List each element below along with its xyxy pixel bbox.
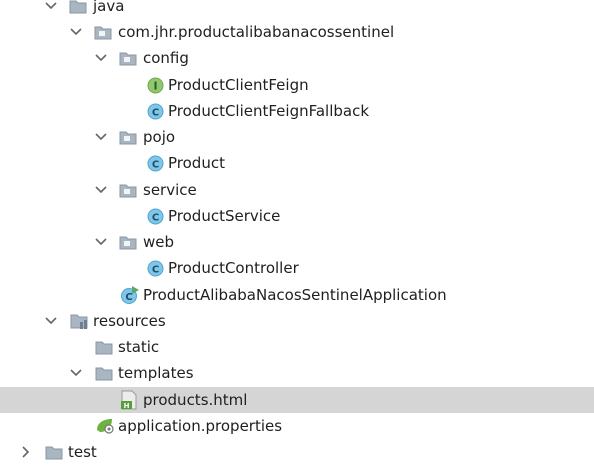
tree-item-config[interactable]: config bbox=[0, 45, 594, 71]
tree-item-application-properties[interactable]: application.properties bbox=[0, 413, 594, 439]
tree-item-label: config bbox=[143, 49, 189, 67]
class-icon: C bbox=[145, 153, 165, 173]
tree-item-static[interactable]: static bbox=[0, 334, 594, 360]
svg-text:C: C bbox=[125, 292, 132, 303]
tree-item-label: Product bbox=[168, 154, 225, 172]
tree-item-products-html[interactable]: H products.html bbox=[0, 387, 594, 413]
tree-item-pojo[interactable]: pojo bbox=[0, 124, 594, 150]
tree-item-templates[interactable]: templates bbox=[0, 360, 594, 386]
svg-text:C: C bbox=[151, 264, 158, 275]
svg-text:I: I bbox=[153, 79, 157, 92]
tree-item-label: application.properties bbox=[118, 417, 283, 435]
tree-item-test[interactable]: test bbox=[0, 439, 594, 465]
tree-item-product[interactable]: C Product bbox=[0, 150, 594, 176]
svg-text:H: H bbox=[124, 402, 130, 410]
class-icon: C bbox=[145, 101, 165, 121]
chevron-down-icon[interactable] bbox=[94, 51, 108, 65]
tree-item-label: ProductAlibabaNacosSentinelApplication bbox=[143, 286, 447, 304]
package-icon bbox=[118, 232, 138, 252]
interface-icon: I bbox=[145, 75, 165, 95]
package-icon bbox=[118, 48, 138, 68]
spring-boot-app-icon: C bbox=[120, 285, 140, 305]
tree-item-label: pojo bbox=[143, 128, 176, 146]
svg-text:C: C bbox=[151, 212, 158, 223]
chevron-right-icon[interactable] bbox=[19, 445, 33, 459]
html-file-icon: H bbox=[119, 390, 139, 410]
tree-item-application[interactable]: C ProductAlibabaNacosSentinelApplication bbox=[0, 282, 594, 308]
tree-item-label: ProductService bbox=[168, 207, 281, 225]
tree-item-label: resources bbox=[93, 312, 166, 330]
chevron-down-icon[interactable] bbox=[44, 0, 58, 13]
tree-item-web[interactable]: web bbox=[0, 229, 594, 255]
tree-item-label: products.html bbox=[143, 391, 248, 409]
folder-icon bbox=[94, 363, 114, 383]
tree-item-label: ProductClientFeign bbox=[168, 76, 309, 94]
folder-icon bbox=[94, 337, 114, 357]
svg-text:C: C bbox=[151, 159, 158, 170]
tree-item-label: ProductController bbox=[168, 259, 299, 277]
tree-item-label: java bbox=[93, 0, 125, 15]
tree-item-product-service[interactable]: C ProductService bbox=[0, 203, 594, 229]
chevron-down-icon[interactable] bbox=[44, 314, 58, 328]
tree-item-product-client-feign-fallback[interactable]: C ProductClientFeignFallback bbox=[0, 98, 594, 124]
class-icon: C bbox=[145, 258, 165, 278]
tree-item-product-controller[interactable]: C ProductController bbox=[0, 255, 594, 281]
tree-item-resources[interactable]: resources bbox=[0, 308, 594, 334]
tree-item-label: test bbox=[68, 443, 97, 461]
chevron-down-icon[interactable] bbox=[94, 183, 108, 197]
project-tree: java com.jhr.productalibabanacossentinel… bbox=[0, 0, 594, 465]
tree-item-java[interactable]: java bbox=[0, 0, 594, 19]
tree-item-label: static bbox=[118, 338, 160, 356]
svg-text:C: C bbox=[151, 107, 158, 118]
chevron-down-icon[interactable] bbox=[69, 25, 83, 39]
tree-item-product-client-feign[interactable]: I ProductClientFeign bbox=[0, 72, 594, 98]
spring-properties-icon bbox=[95, 416, 115, 436]
package-icon bbox=[118, 180, 138, 200]
tree-item-service[interactable]: service bbox=[0, 177, 594, 203]
tree-item-label: ProductClientFeignFallback bbox=[168, 102, 370, 120]
package-icon bbox=[118, 127, 138, 147]
tree-item-label: web bbox=[143, 233, 175, 251]
tree-item-package-root[interactable]: com.jhr.productalibabanacossentinel bbox=[0, 19, 594, 45]
class-icon: C bbox=[145, 206, 165, 226]
chevron-down-icon[interactable] bbox=[94, 130, 108, 144]
folder-icon bbox=[68, 0, 88, 16]
package-icon bbox=[93, 22, 113, 42]
resources-folder-icon bbox=[70, 311, 90, 331]
tree-item-label: com.jhr.productalibabanacossentinel bbox=[118, 23, 395, 41]
tree-item-label: service bbox=[143, 181, 197, 199]
tree-item-label: templates bbox=[118, 364, 194, 382]
folder-icon bbox=[44, 442, 64, 462]
chevron-down-icon[interactable] bbox=[69, 366, 83, 380]
chevron-down-icon[interactable] bbox=[94, 235, 108, 249]
